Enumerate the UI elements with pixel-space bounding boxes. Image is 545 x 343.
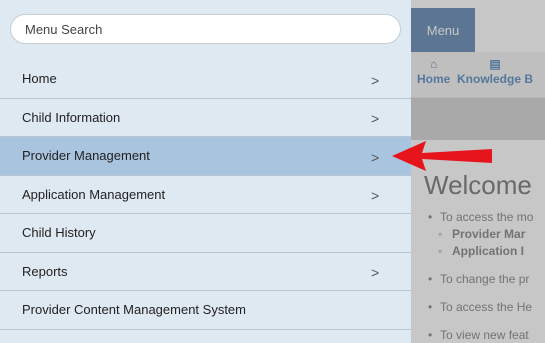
menu-item-provider-management[interactable]: Provider Management >	[0, 137, 411, 176]
menu-item-label: Home	[22, 71, 57, 87]
menu-item-provider-content-management-system[interactable]: Provider Content Management System	[0, 291, 411, 330]
navigation-menu-panel: Home > Child Information > Provider Mana…	[0, 0, 411, 343]
menu-item-home[interactable]: Home >	[0, 60, 411, 99]
menu-item-child-information[interactable]: Child Information >	[0, 99, 411, 137]
chevron-right-icon: >	[371, 72, 380, 89]
menu-item-child-history[interactable]: Child History	[0, 214, 411, 253]
menu-item-application-management[interactable]: Application Management >	[0, 176, 411, 214]
menu-item-label: Child History	[22, 225, 96, 241]
menu-search	[10, 14, 401, 44]
menu-item-label: Provider Content Management System	[22, 302, 246, 318]
chevron-right-icon: >	[371, 149, 380, 166]
menu-item-label: Reports	[22, 263, 68, 279]
menu-item-label: Child Information	[22, 109, 121, 125]
chevron-right-icon: >	[371, 187, 380, 204]
menu-list: Home > Child Information > Provider Mana…	[0, 60, 411, 330]
menu-search-input[interactable]	[10, 14, 401, 44]
chevron-right-icon: >	[371, 264, 380, 281]
menu-item-label: Provider Management	[22, 148, 150, 164]
chevron-right-icon: >	[371, 110, 380, 127]
screen: Menu ⌂ Home ▤ Knowledge B Welcome To acc…	[0, 0, 545, 343]
annotation-arrow-icon	[392, 141, 492, 171]
menu-item-label: Application Management	[22, 186, 166, 202]
menu-item-reports[interactable]: Reports >	[0, 253, 411, 291]
